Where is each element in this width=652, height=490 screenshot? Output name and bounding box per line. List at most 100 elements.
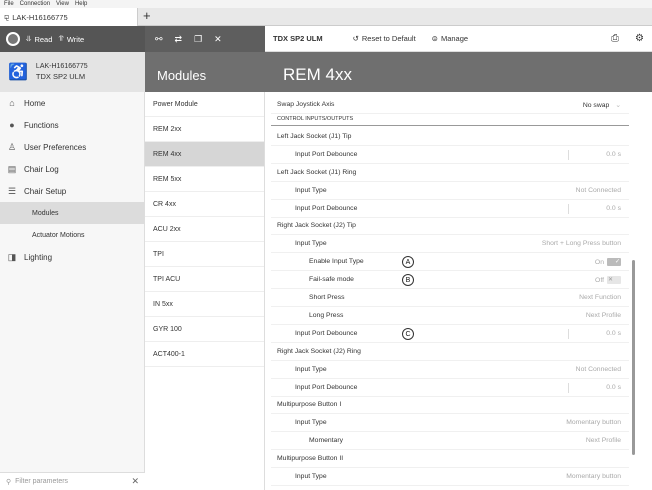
parameter-row: Left Jack Socket (J1) Ring <box>271 164 629 182</box>
menu-bar: File Connection View Help <box>0 0 652 8</box>
menu-help[interactable]: Help <box>75 0 87 8</box>
parameter-row[interactable]: Momentary Next Profile <box>271 432 629 451</box>
parameter-row[interactable]: Fail-safe mode Off ✕ B <box>271 271 629 290</box>
parameter-value[interactable]: 0.0 s <box>606 384 621 391</box>
module-item[interactable]: Power Module <box>145 92 264 117</box>
parameter-value[interactable]: 0.0 s <box>606 205 621 212</box>
sidebar-item-actuator-motions[interactable]: Actuator Motions <box>0 224 144 246</box>
device-model: TDX SP2 ULM <box>35 72 86 81</box>
filter-parameters-search[interactable]: ⚲ Filter parameters ✕ <box>0 472 145 490</box>
sidebar-item-user-preferences[interactable]: ♙ User Preferences <box>0 136 144 158</box>
home-icon: ⌂ <box>9 98 15 108</box>
parameter-label: Input Type <box>295 365 327 373</box>
reset-to-default-button[interactable]: ↺ Reset to Default <box>353 34 416 43</box>
menu-connection[interactable]: Connection <box>20 0 50 8</box>
module-item[interactable]: REM 2xx <box>145 117 264 142</box>
menu-view[interactable]: View <box>56 0 69 8</box>
parameter-label: CONTROL INPUTS/OUTPUTS <box>277 116 354 123</box>
parameter-row[interactable]: Input Type Momentary button <box>271 468 629 486</box>
parameter-row[interactable]: Input Type Not Connected <box>271 361 629 379</box>
toggle-switch[interactable]: ✓ <box>607 257 621 266</box>
connect-icon[interactable] <box>6 32 20 46</box>
parameter-value[interactable]: 0.0 s <box>606 330 621 337</box>
sidebar-item-chair-setup[interactable]: ☰ Chair Setup <box>0 180 144 202</box>
page-title: REM 4xx <box>265 52 652 106</box>
module-item[interactable]: TPI <box>145 242 264 267</box>
parameter-value[interactable]: Momentary button <box>566 419 621 426</box>
parameter-value[interactable]: On ✓ <box>594 257 621 266</box>
parameter-label: Short Press <box>309 294 345 301</box>
manage-label: Manage <box>440 34 469 43</box>
parameter-value[interactable]: Next Profile <box>586 312 621 319</box>
parameter-value-text: Short + Long Press button <box>541 240 621 248</box>
link-icon[interactable]: ⚯ <box>155 34 163 45</box>
module-item[interactable]: GYR 100 <box>145 317 264 342</box>
parameter-row[interactable]: Long Press Next Profile <box>271 307 629 325</box>
parameter-label: Input Port Debounce <box>295 383 358 391</box>
clear-icon[interactable]: ✕ <box>131 476 139 487</box>
parameter-value-text: 0.0 s <box>606 329 621 337</box>
parameter-value-text: 0.0 s <box>606 383 621 391</box>
parameter-row[interactable]: Swap Joystick Axis No swap ⌄ <box>271 96 629 114</box>
parameter-list: Swap Joystick Axis No swap ⌄ CONTROL INPUTS… <box>265 92 652 490</box>
modules-list: Power Module REM 2xx REM 4xx REM 5xx CR 4xx A… <box>145 92 265 490</box>
toggle-switch[interactable]: ✕ <box>607 275 621 284</box>
parameter-row[interactable]: Input Port Debounce 0.0 s <box>271 146 629 164</box>
parameter-row[interactable]: Short Press Next Function <box>271 289 629 307</box>
parameter-row[interactable]: Enable Input Type On ✓ A <box>271 253 629 272</box>
sidebar-item-chair-log[interactable]: ▤ Chair Log <box>0 158 144 180</box>
module-item[interactable]: TPI ACU <box>145 267 264 292</box>
stepper-divider <box>568 328 569 339</box>
scrollbar[interactable] <box>632 260 635 455</box>
parameter-value[interactable]: No swap ⌄ <box>583 101 621 109</box>
module-item[interactable]: REM 4xx <box>145 142 264 167</box>
parameter-value[interactable]: Not Connected <box>576 366 621 373</box>
close-icon[interactable]: ✕ <box>214 34 222 45</box>
parameter-label: Right Jack Socket (J2) Tip <box>277 222 356 230</box>
sidebar-item-lighting[interactable]: ◨ Lighting <box>0 246 144 268</box>
module-item[interactable]: ACT400-1 <box>145 342 264 367</box>
module-item[interactable]: ACU 2xx <box>145 217 264 242</box>
parameter-value[interactable]: Next Profile <box>586 437 621 444</box>
sidebar-item-label: Modules <box>32 209 59 217</box>
lighting-icon: ◨ <box>7 251 17 262</box>
compare-icon[interactable]: ⇄ <box>175 34 183 45</box>
module-item[interactable]: REM 5xx <box>145 167 264 192</box>
module-item[interactable]: IN 5xx <box>145 292 264 317</box>
parameter-value-text: On <box>594 258 604 266</box>
parameter-row[interactable]: Input Type Momentary button <box>271 414 629 433</box>
export-icon[interactable]: ⎙ <box>611 33 619 44</box>
write-button[interactable]: ⥣ Write <box>58 34 84 44</box>
copy-icon[interactable]: ❐ <box>194 34 202 45</box>
parameter-label: Multipurpose Button II <box>277 455 344 463</box>
document-tab[interactable]: ⚼ LAK-H16166775 <box>0 8 138 26</box>
sidebar-item-modules[interactable]: Modules <box>0 202 144 224</box>
menu-file[interactable]: File <box>4 0 14 8</box>
settings-icon[interactable]: ⚙ <box>635 33 644 44</box>
modules-header: Modules <box>145 52 265 92</box>
parameter-row[interactable]: Input Type Short + Long Press button <box>271 235 629 254</box>
module-item[interactable]: CR 4xx <box>145 192 264 217</box>
document-tab-title: LAK-H16166775 <box>12 12 68 22</box>
stepper-divider <box>568 382 569 393</box>
parameter-row[interactable]: Input Port Debounce 0.0 s <box>271 379 629 397</box>
read-button[interactable]: ⥥ Read <box>26 34 52 44</box>
parameter-row[interactable]: Input Port Debounce 0.0 s C <box>271 325 629 343</box>
sidebar-item-home[interactable]: ⌂ Home <box>0 92 144 114</box>
parameter-value[interactable]: 0.0 s <box>606 151 621 158</box>
callout-marker: A <box>402 256 414 269</box>
parameter-value[interactable]: Short + Long Press button <box>542 240 621 247</box>
parameter-value[interactable]: Not Connected <box>576 187 621 194</box>
manage-button[interactable]: ⊜ Manage <box>432 34 468 43</box>
parameter-value[interactable]: Next Function <box>579 294 621 301</box>
new-tab-button[interactable]: + <box>143 9 151 23</box>
parameter-row[interactable]: Input Port Debounce 0.0 s <box>271 200 629 218</box>
parameter-value-text: Next Function <box>579 294 621 301</box>
parameter-value[interactable]: Momentary button <box>566 473 621 480</box>
search-icon: ⚲ <box>6 478 12 486</box>
search-input[interactable]: Filter parameters <box>15 478 68 485</box>
parameter-row[interactable]: Input Type Not Connected <box>271 182 629 200</box>
sidebar-item-functions[interactable]: ● Functions <box>0 114 144 136</box>
parameter-label: Input Type <box>295 419 327 427</box>
parameter-value[interactable]: Off ✕ <box>595 275 621 284</box>
